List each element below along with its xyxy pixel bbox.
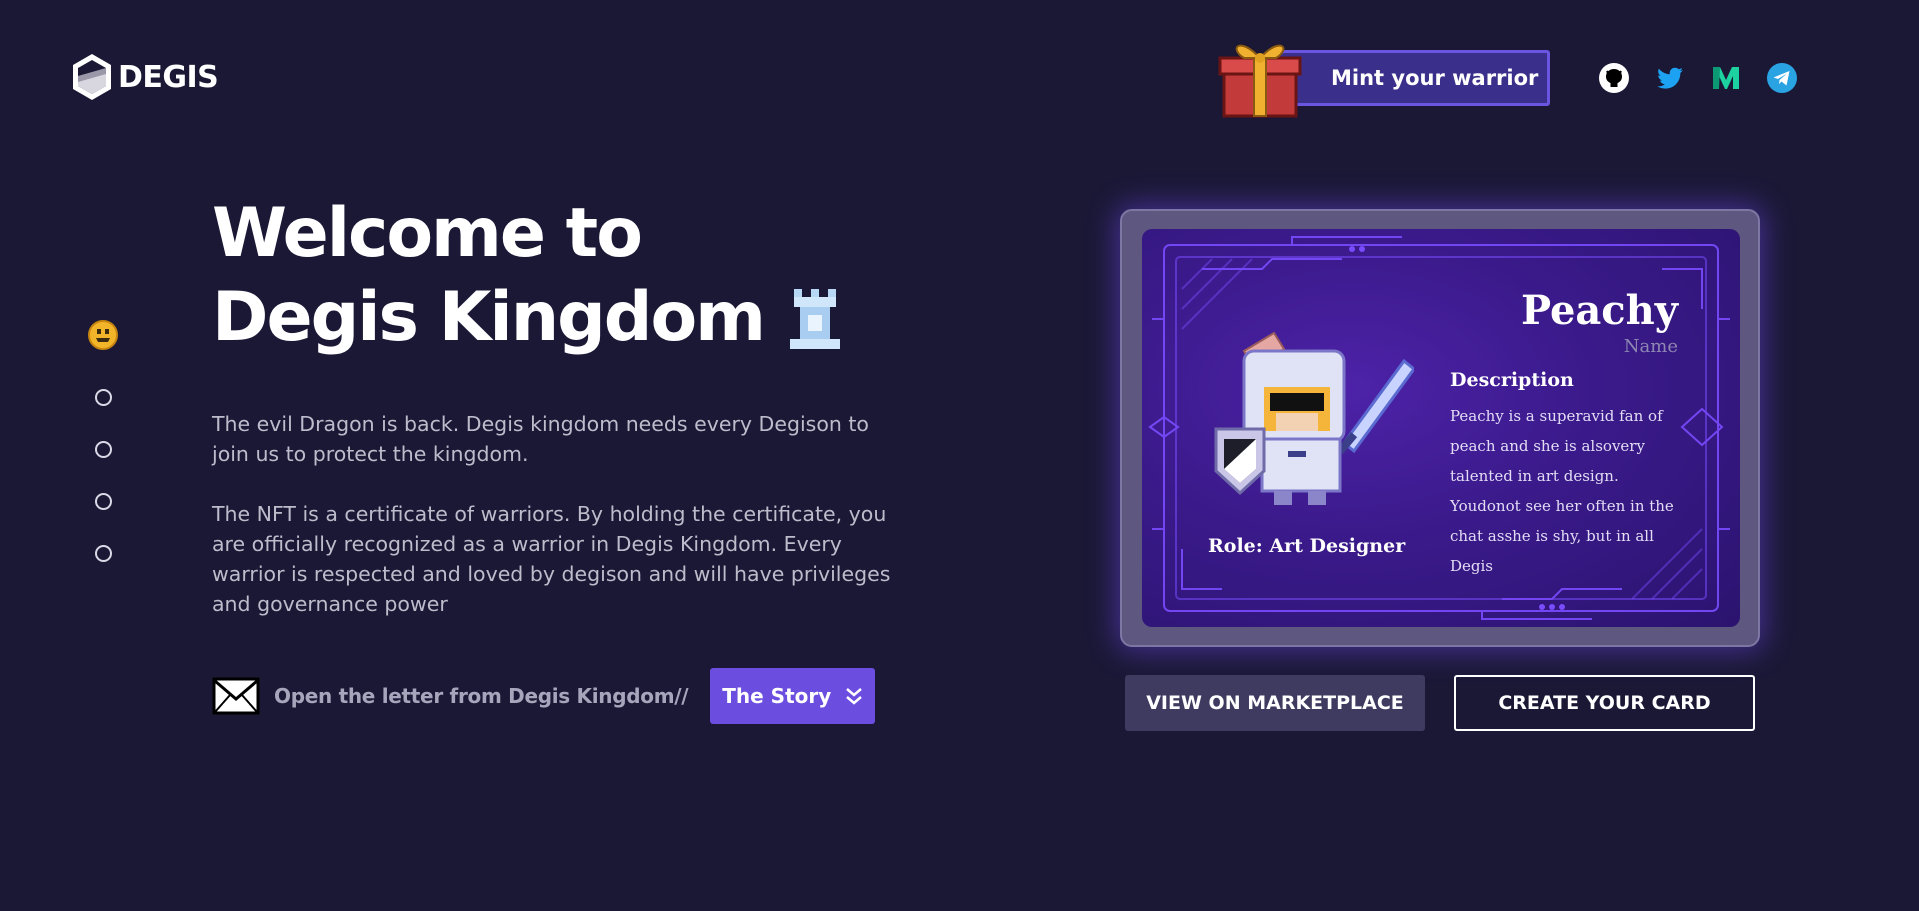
hero-title-line2-row: Degis Kingdom xyxy=(212,276,844,360)
letter-link[interactable]: Open the letter from Degis Kingdom// xyxy=(274,684,689,708)
intro-paragraph-2: The NFT is a certificate of warriors. By… xyxy=(212,502,891,616)
gift-box-icon[interactable] xyxy=(1210,28,1306,124)
double-chevron-down-icon xyxy=(846,688,863,705)
castle-tower-icon xyxy=(790,289,841,349)
hero-title-line2: Degis Kingdom xyxy=(212,278,766,357)
view-marketplace-button[interactable]: VIEW ON MARKETPLACE xyxy=(1125,675,1425,731)
hero-title: Welcome to Degis Kingdom xyxy=(212,192,844,360)
telegram-icon[interactable] xyxy=(1764,60,1800,96)
nft-card-inner: Peachy Name Description Peachy is a supe… xyxy=(1142,229,1740,627)
twitter-icon[interactable] xyxy=(1652,60,1688,96)
the-story-button[interactable]: The Story xyxy=(710,668,876,724)
side-nav-dot-4[interactable] xyxy=(95,545,112,562)
mint-warrior-button[interactable]: Mint your warrior xyxy=(1275,50,1550,106)
degis-logo-icon xyxy=(73,54,111,100)
social-links xyxy=(1596,60,1800,96)
hero-title-line1: Welcome to xyxy=(212,194,643,273)
envelope-icon[interactable] xyxy=(212,677,260,715)
mint-area: Mint your warrior xyxy=(1210,28,1555,124)
github-icon[interactable] xyxy=(1596,60,1632,96)
story-button-label: The Story xyxy=(722,684,832,708)
letter-row: Open the letter from Degis Kingdom// The… xyxy=(212,668,876,724)
side-nav-dot-3[interactable] xyxy=(95,493,112,510)
intro-paragraph-1: The evil Dragon is back. Degis kingdom n… xyxy=(212,412,869,466)
degis-logo[interactable]: DEGIS xyxy=(70,52,219,102)
card-character-name: Peachy xyxy=(1520,287,1678,334)
card-description-text: Peachy is a superavid fan of peach and s… xyxy=(1450,407,1674,575)
side-nav-dot-1[interactable] xyxy=(95,389,112,406)
card-name-label: Name xyxy=(1623,336,1678,357)
nft-card[interactable]: Peachy Name Description Peachy is a supe… xyxy=(1120,209,1760,647)
card-description-title: Description xyxy=(1450,369,1574,391)
medium-icon[interactable] xyxy=(1708,60,1744,96)
pixel-knight-illustration xyxy=(1214,331,1414,505)
create-card-button[interactable]: CREATE YOUR CARD xyxy=(1454,675,1755,731)
smiley-face-icon[interactable] xyxy=(88,320,118,350)
logo-text: DEGIS xyxy=(118,59,219,95)
side-nav-dot-2[interactable] xyxy=(95,441,112,458)
card-role: Role: Art Designer xyxy=(1208,535,1406,557)
